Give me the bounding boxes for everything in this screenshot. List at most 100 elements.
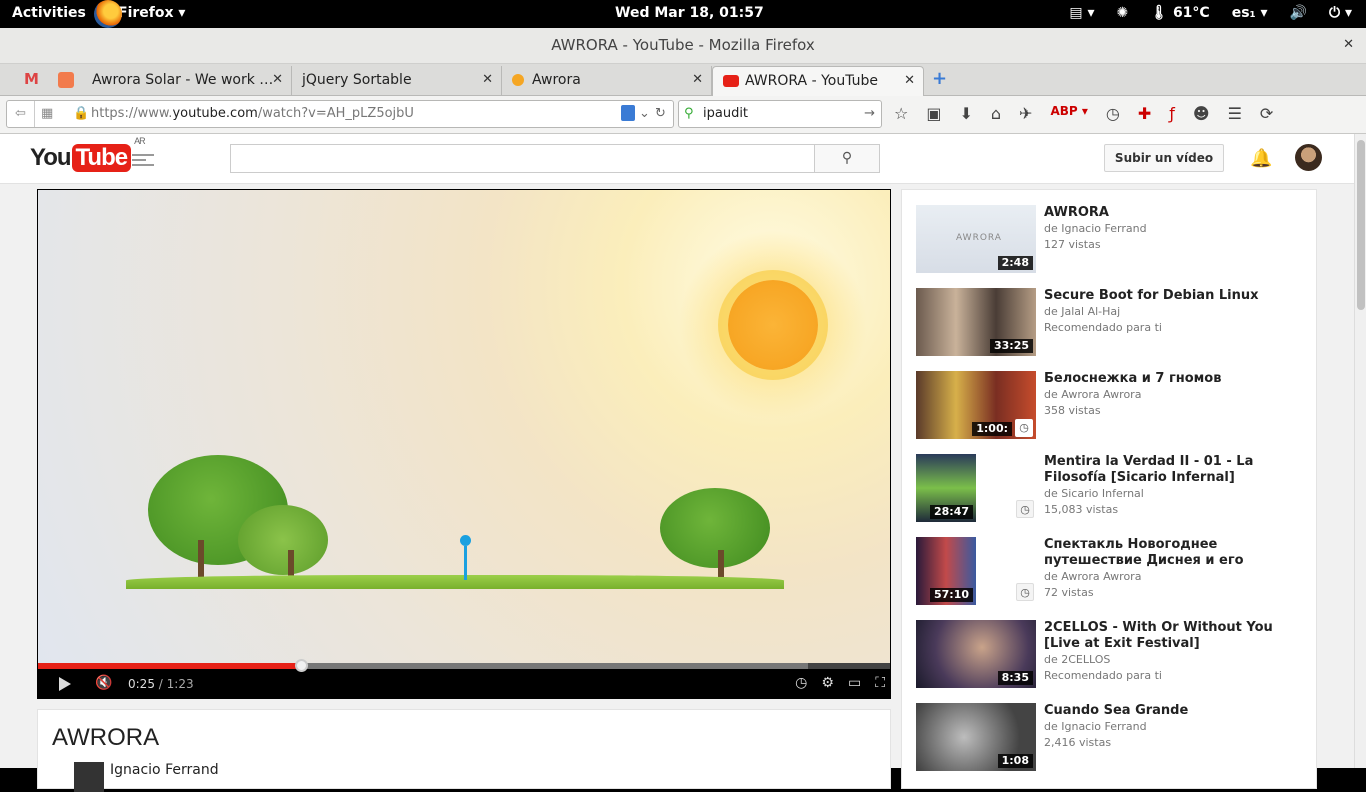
related-video-item[interactable]: 8:35 2CELLOS - With Or Without You [Live… — [916, 620, 1306, 690]
dropdown-icon[interactable]: ⌄ — [639, 101, 650, 127]
tab-awrora[interactable]: Awrora ✕ — [502, 66, 712, 96]
related-video-item[interactable]: 33:25 Secure Boot for Debian Linux de Jal… — [916, 288, 1306, 358]
sync-icon[interactable]: ⟳ — [1260, 104, 1273, 123]
info-icon[interactable] — [621, 105, 635, 121]
watch-later-icon[interactable]: ◷ — [1015, 419, 1033, 437]
tree-trunk — [718, 550, 724, 580]
scrollbar-thumb[interactable] — [1357, 140, 1365, 310]
bookmark-star-icon[interactable]: ☆ — [894, 104, 908, 123]
tree-illustration — [660, 488, 770, 568]
page-scrollbar[interactable] — [1354, 134, 1366, 768]
mute-icon[interactable]: 🔇 — [95, 675, 112, 691]
related-videos: AWRORA 2:48 AWRORA de Ignacio Ferrand 127 v… — [901, 189, 1317, 789]
url-text[interactable]: https://www.youtube.com/watch?v=AH_pLZ5o… — [91, 101, 414, 127]
related-video-item[interactable]: AWRORA 2:48 AWRORA de Ignacio Ferrand 127 v… — [916, 205, 1306, 275]
history-icon[interactable]: ◷ — [1106, 104, 1120, 123]
video-thumbnail[interactable]: 33:25 — [916, 288, 1036, 356]
region-label: AR — [134, 136, 145, 146]
menu-icon[interactable]: ☰ — [1228, 104, 1242, 123]
tab-jquery-sortable[interactable]: jQuery Sortable ✕ — [292, 66, 502, 96]
youtube-header: You TubeAR ⚲ Subir un vídeo 🔔 — [0, 134, 1354, 184]
related-video-item[interactable]: 1:08 Cuando Sea Grande de Ignacio Ferrand… — [916, 703, 1306, 773]
pinned-tab-icon[interactable] — [58, 72, 74, 88]
temperature[interactable]: 🌡 61°C — [1150, 5, 1209, 21]
activities-button[interactable]: Activities — [12, 5, 86, 21]
back-icon[interactable]: ⇦ — [7, 101, 35, 127]
keyboard-layout[interactable]: es₁ ▾ — [1232, 5, 1268, 21]
notifications-bell-icon[interactable]: 🔔 — [1250, 148, 1272, 169]
video-thumbnail[interactable]: 1:08 — [916, 703, 1036, 771]
channel-owner[interactable]: Ignacio Ferrand — [74, 762, 219, 792]
avatar[interactable] — [1295, 144, 1322, 171]
youtube-logo[interactable]: You TubeAR — [30, 136, 146, 172]
video-thumbnail[interactable]: 28:47 — [916, 454, 976, 522]
video-thumbnail[interactable]: AWRORA 2:48 — [916, 205, 1036, 273]
window-titlebar: AWRORA - YouTube - Mozilla Firefox ✕ — [0, 28, 1366, 64]
close-tab-icon[interactable]: ✕ — [904, 67, 915, 95]
firefox-logo-icon — [94, 0, 122, 28]
reload-icon[interactable]: ↻ — [655, 101, 666, 127]
tab-awrora-solar[interactable]: Awrora Solar - We work … ✕ — [82, 66, 292, 96]
video-thumbnail[interactable]: 1:00: ◷ — [916, 371, 1036, 439]
youtube-favicon-icon — [723, 75, 739, 87]
close-window-icon[interactable]: ✕ — [1343, 28, 1354, 62]
addon-icon[interactable]: ✚ — [1138, 104, 1151, 123]
close-tab-icon[interactable]: ✕ — [692, 66, 703, 94]
gmail-pinned-tab-icon[interactable]: M — [24, 70, 40, 88]
search-input[interactable]: ipaudit — [703, 101, 748, 127]
download-icon[interactable]: ⬇ — [959, 104, 972, 123]
related-video-item[interactable]: 28:47 ◷ Mentira la Verdad II - 01 - La F… — [916, 454, 1306, 524]
youtube-search-button[interactable]: ⚲ — [814, 144, 880, 173]
time-display: 0:25 / 1:23 — [128, 677, 194, 691]
url-bar[interactable]: ⇦ ▦ 🔒 https://www.youtube.com/watch?v=AH… — [6, 100, 674, 128]
tab-label: Awrora — [532, 72, 581, 88]
video-info: AWRORA Ignacio Ferrand — [37, 709, 891, 792]
watch-later-icon[interactable]: ◷ — [1016, 500, 1034, 518]
video-player[interactable]: 🔇 0:25 / 1:23 ◷ ⚙ ▭ ⛶ — [37, 189, 891, 699]
tab-groups-icon[interactable]: ▦ — [41, 101, 53, 127]
tab-label: Awrora Solar - We work … — [92, 72, 274, 88]
tab-label: AWRORA - YouTube — [745, 73, 879, 89]
channel-avatar[interactable] — [74, 762, 104, 792]
clock[interactable]: Wed Mar 18, 01:57 — [615, 5, 764, 21]
power-icon[interactable]: ⏻ ▾ — [1329, 5, 1352, 21]
new-tab-button[interactable]: + — [932, 68, 947, 89]
fullscreen-icon[interactable]: ⛶ — [875, 675, 885, 691]
home-icon[interactable]: ⌂ — [991, 104, 1001, 123]
reading-list-icon[interactable]: ▣ — [926, 104, 941, 123]
app-menu[interactable]: Firefox ▾ — [94, 0, 185, 28]
clipboard-icon[interactable]: ▤ ▾ — [1069, 5, 1094, 21]
watch-later-icon[interactable]: ◷ — [795, 675, 807, 691]
network-icon[interactable]: ✺ — [1117, 5, 1129, 21]
video-thumbnail[interactable]: 57:10 — [916, 537, 976, 605]
send-icon[interactable]: ✈ — [1019, 104, 1032, 123]
guide-menu-icon[interactable] — [132, 154, 154, 166]
upload-button[interactable]: Subir un vídeo — [1104, 144, 1224, 172]
play-icon[interactable] — [59, 677, 71, 691]
related-video-item[interactable]: 1:00: ◷ Белоснежка и 7 гномов de Awrora Aw… — [916, 371, 1306, 441]
lock-icon: 🔒 — [73, 106, 90, 121]
toolbar-icons: ☆ ▣ ⬇ ⌂ ✈ ABP ▾ ◷ ✚ ƒ ☻ ☰ ⟳ — [894, 104, 1273, 123]
tab-awrora-youtube[interactable]: AWRORA - YouTube ✕ — [712, 66, 924, 96]
navigation-toolbar: ⇦ ▦ 🔒 https://www.youtube.com/watch?v=AH… — [0, 96, 1366, 134]
theater-mode-icon[interactable]: ▭ — [848, 675, 861, 691]
close-tab-icon[interactable]: ✕ — [482, 66, 493, 94]
person-illustration — [460, 535, 471, 581]
search-bar[interactable]: ⚲ ipaudit → — [678, 100, 882, 128]
related-video-item[interactable]: 57:10 ◷ Спектакль Новогоднее путешествие… — [916, 537, 1306, 607]
adblock-icon[interactable]: ABP ▾ — [1050, 104, 1087, 123]
youtube-search-input[interactable] — [230, 144, 815, 173]
video-frame[interactable] — [38, 190, 890, 664]
volume-icon[interactable]: 🔊 — [1290, 5, 1307, 21]
flash-icon[interactable]: ƒ — [1169, 104, 1175, 123]
search-go-icon[interactable]: → — [864, 101, 875, 127]
system-top-bar: Activities Firefox ▾ Wed Mar 18, 01:57 ▤… — [0, 0, 1366, 28]
sun-illustration — [728, 280, 818, 370]
tab-label: jQuery Sortable — [302, 72, 412, 88]
search-engine-icon[interactable]: ⚲ — [684, 101, 694, 127]
video-thumbnail[interactable]: 8:35 — [916, 620, 1036, 688]
watch-later-icon[interactable]: ◷ — [1016, 583, 1034, 601]
close-tab-icon[interactable]: ✕ — [272, 66, 283, 94]
settings-gear-icon[interactable]: ⚙ — [821, 675, 834, 691]
chat-icon[interactable]: ☻ — [1193, 104, 1210, 123]
